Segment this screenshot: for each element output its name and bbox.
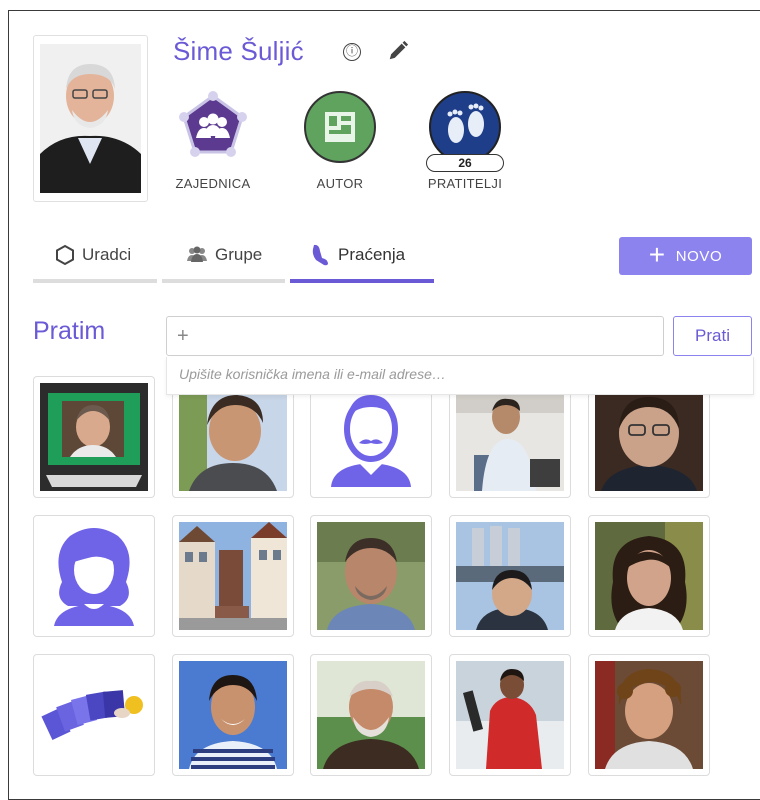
tab-label: Uradci (82, 245, 132, 264)
search-hint: Upišite korisnička imena ili e-mail adre… (166, 357, 754, 395)
user-search-input[interactable] (201, 323, 645, 351)
tab-label: Grupe (215, 245, 263, 264)
followers-count: 26 (426, 154, 504, 172)
plus-icon: + (177, 325, 189, 347)
followers-icon: 26 (426, 90, 504, 172)
pencil-icon[interactable] (387, 40, 409, 62)
tab-uradci[interactable]: Uradci (54, 240, 131, 270)
badge-label: ZAJEDNICA (175, 176, 251, 191)
followed-user-avatar[interactable] (588, 654, 710, 776)
hexagon-icon (56, 244, 74, 266)
badge-community[interactable]: ZAJEDNICA (163, 90, 263, 191)
profile-name: Šime Šuljić (173, 36, 304, 66)
tab-underline (162, 279, 285, 283)
followed-user-avatar[interactable] (449, 654, 571, 776)
new-button[interactable]: + NOVO (619, 237, 752, 275)
author-icon (303, 90, 377, 164)
new-button-label: NOVO (675, 247, 723, 265)
followed-user-avatar[interactable] (449, 515, 571, 637)
badge-followers[interactable]: 26 PRATITELJI (415, 90, 515, 191)
profile-avatar (33, 35, 148, 202)
badge-label: PRATITELJI (427, 176, 503, 191)
tab-grupe[interactable]: Grupe (185, 240, 262, 270)
section-title: Pratim (33, 317, 106, 345)
tab-underline (33, 279, 157, 283)
tab-underline-active (290, 279, 434, 283)
followed-user-avatar[interactable] (33, 515, 155, 637)
followed-user-avatar[interactable] (588, 515, 710, 637)
user-search-field[interactable]: + (166, 316, 664, 356)
follow-button[interactable]: Prati (673, 316, 752, 356)
info-icon[interactable]: ⓘ (343, 43, 361, 61)
tab-label: Praćenja (338, 245, 406, 264)
followed-user-avatar[interactable] (310, 515, 432, 637)
badge-author[interactable]: AUTOR (290, 90, 390, 191)
plus-icon: + (648, 238, 666, 270)
footprint-icon (312, 244, 328, 266)
followed-user-avatar[interactable] (33, 376, 155, 498)
badge-label: AUTOR (316, 176, 364, 191)
tab-pracenja[interactable]: Praćenja (310, 240, 405, 270)
followed-user-avatar[interactable] (33, 654, 155, 776)
group-icon (187, 246, 207, 262)
community-icon (176, 90, 250, 164)
followed-user-avatar[interactable] (172, 515, 294, 637)
followed-user-avatar[interactable] (172, 654, 294, 776)
followed-user-avatar[interactable] (310, 654, 432, 776)
